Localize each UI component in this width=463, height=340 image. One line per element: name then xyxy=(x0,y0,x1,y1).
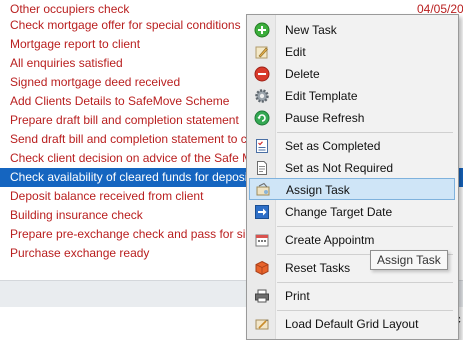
task-name: Purchase exchange ready xyxy=(10,246,150,260)
checklist-icon xyxy=(256,139,268,153)
refresh-icon xyxy=(254,110,270,126)
document-icon xyxy=(257,161,267,175)
menu-item-create-appointment[interactable]: Create Appointm xyxy=(249,229,455,251)
menu-item-label: Assign Task xyxy=(286,183,350,197)
menu-item-label: Edit Template xyxy=(285,89,358,103)
menu-separator xyxy=(277,132,453,133)
plus-circle-icon xyxy=(254,22,270,38)
task-name: Deposit balance received from client xyxy=(10,189,204,203)
task-name: Check availability of cleared funds for … xyxy=(10,170,251,184)
task-name: Building insurance check xyxy=(10,208,143,222)
menu-separator xyxy=(277,226,453,227)
assign-task-icon xyxy=(256,182,270,196)
menu-item-edit-template[interactable]: Edit Template xyxy=(249,85,455,107)
arrow-right-icon xyxy=(255,205,269,219)
edit-icon xyxy=(255,46,268,59)
menu-separator xyxy=(277,310,453,311)
menu-item-print[interactable]: Print xyxy=(249,285,455,307)
task-name: Mortgage report to client xyxy=(10,37,141,51)
printer-icon xyxy=(255,289,269,303)
task-name: Prepare pre-exchange check and pass for … xyxy=(10,227,269,241)
task-name: Check mortgage offer for special conditi… xyxy=(10,18,241,32)
menu-item-set-not-required[interactable]: Set as Not Required xyxy=(249,157,455,179)
menu-item-label: Set as Not Required xyxy=(285,161,394,175)
task-name: Check client decision on advice of the S… xyxy=(10,151,272,165)
menu-item-set-completed[interactable]: Set as Completed xyxy=(249,135,455,157)
context-menu: New Task Edit Delete Edit Template Pause… xyxy=(246,14,459,340)
task-name: Prepare draft bill and completion statem… xyxy=(10,113,239,127)
menu-item-label: Print xyxy=(285,289,310,303)
task-name: Add Clients Details to SafeMove Scheme xyxy=(10,94,230,108)
menu-item-load-default-grid-layout[interactable]: Load Default Grid Layout xyxy=(249,313,455,335)
menu-item-label: Load Default Grid Layout xyxy=(285,317,419,331)
menu-item-label: Edit xyxy=(285,45,306,59)
menu-item-change-target-date[interactable]: Change Target Date xyxy=(249,201,455,223)
task-name: Signed mortgage deed received xyxy=(10,75,181,89)
menu-item-label: Delete xyxy=(285,67,320,81)
reset-cube-icon xyxy=(255,260,269,276)
menu-item-label: New Task xyxy=(285,23,337,37)
menu-item-label: Change Target Date xyxy=(285,205,393,219)
minus-circle-icon xyxy=(254,66,270,82)
menu-item-delete[interactable]: Delete xyxy=(249,63,455,85)
menu-item-new-task[interactable]: New Task xyxy=(249,19,455,41)
menu-item-label: Reset Tasks xyxy=(285,261,351,275)
task-name: Send draft bill and completion statement… xyxy=(10,132,259,146)
menu-item-pause-refresh[interactable]: Pause Refresh xyxy=(249,107,455,129)
menu-item-assign-task[interactable]: Assign Task xyxy=(249,178,455,200)
menu-item-edit[interactable]: Edit xyxy=(249,41,455,63)
calendar-icon xyxy=(255,234,269,247)
menu-item-label: Set as Completed xyxy=(285,139,381,153)
menu-item-label: Create Appointm xyxy=(285,233,375,247)
menu-separator xyxy=(277,282,453,283)
menu-item-label: Pause Refresh xyxy=(285,111,365,125)
grid-layout-icon xyxy=(255,319,269,330)
tooltip: Assign Task xyxy=(370,250,448,270)
task-name: All enquiries satisfied xyxy=(10,56,123,70)
gear-icon xyxy=(255,89,269,103)
